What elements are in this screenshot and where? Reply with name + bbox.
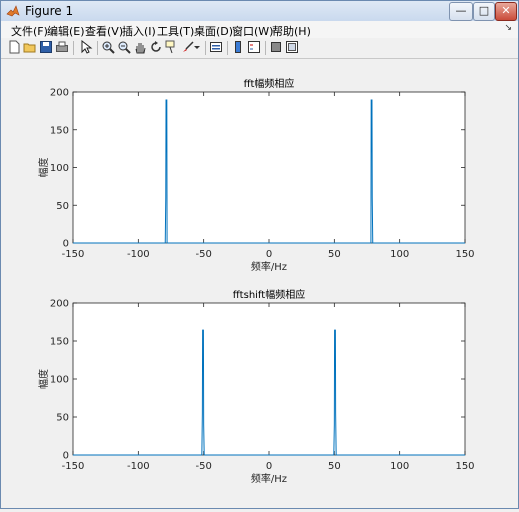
toolbar-dock-arrow-icon[interactable]: ↘ — [504, 23, 512, 33]
legend-icon[interactable] — [247, 40, 261, 54]
new-figure-icon[interactable] — [7, 40, 21, 54]
link-plot-icon[interactable] — [209, 40, 223, 54]
y-tick-label: 50 — [56, 413, 69, 424]
y-tick-label: 150 — [50, 337, 69, 348]
menu-tools[interactable]: 工具(T) — [157, 23, 194, 39]
x-tick-label: -100 — [127, 461, 150, 472]
y-tick-label: 100 — [50, 163, 69, 174]
toolbar-separator — [265, 41, 266, 55]
plots-svg: -150 -100 -50 0 50 100 150 0 50 100 150 200 fft幅频相应频… — [37, 77, 475, 485]
zoom-in-icon[interactable] — [101, 40, 115, 54]
y-tick-label: 0 — [63, 239, 69, 250]
rotate-icon[interactable] — [149, 40, 163, 54]
x-axis-label: 频率/Hz — [251, 260, 287, 273]
save-icon[interactable] — [39, 40, 53, 54]
menu-edit[interactable]: 编辑(E) — [47, 23, 85, 39]
x-tick-label: 100 — [390, 461, 409, 472]
menu-view[interactable]: 查看(V) — [85, 23, 123, 39]
menu-bar: 文件(F) 编辑(E) 查看(V) 插入(I) 工具(T) 桌面(D) 窗口(W… — [1, 21, 518, 38]
y-tick-label: 200 — [50, 299, 69, 310]
window-title: Figure 1 — [25, 4, 74, 18]
figure-canvas[interactable]: -150 -100 -50 0 50 100 150 0 50 100 150 200 fft幅频相应频… — [1, 59, 518, 508]
x-tick-label: -150 — [62, 461, 85, 472]
zoom-out-icon[interactable] — [117, 40, 131, 54]
show-plot-tools-icon[interactable] — [285, 40, 299, 54]
print-icon[interactable] — [55, 40, 69, 54]
minimize-button[interactable]: — — [449, 2, 473, 21]
x-tick-label: -100 — [127, 249, 150, 260]
brush-dropdown-icon[interactable] — [193, 40, 201, 54]
toolbar-separator — [97, 41, 98, 55]
figure-window: Figure 1 — □ ✕ 文件(F) 编辑(E) 查看(V) 插入(I) 工… — [0, 0, 519, 509]
toolbar-separator — [73, 41, 74, 55]
colorbar-icon[interactable] — [231, 40, 245, 54]
data-cursor-icon[interactable] — [165, 40, 179, 54]
x-tick-label: 50 — [328, 461, 341, 472]
y-tick-label: 200 — [50, 88, 69, 99]
x-axis-label: 频率/Hz — [251, 472, 287, 485]
x-tick-label: 150 — [455, 249, 474, 260]
hide-plot-tools-icon[interactable] — [269, 40, 283, 54]
x-tick-label: 100 — [390, 249, 409, 260]
title-bar[interactable]: Figure 1 — □ ✕ — [1, 1, 518, 22]
plot-title: fftshift幅频相应 — [233, 288, 305, 301]
open-file-icon[interactable] — [23, 40, 37, 54]
x-tick-label: -50 — [195, 461, 211, 472]
plot-area — [72, 302, 466, 456]
maximize-button[interactable]: □ — [473, 2, 495, 21]
menu-insert[interactable]: 插入(I) — [122, 23, 156, 39]
x-tick-label: 150 — [455, 461, 474, 472]
x-tick-label: 0 — [266, 249, 272, 260]
x-tick-label: -50 — [195, 249, 211, 260]
menu-help[interactable]: 帮助(H) — [272, 23, 311, 39]
y-tick-label: 150 — [50, 125, 69, 136]
menu-file[interactable]: 文件(F) — [11, 23, 48, 39]
y-tick-label: 50 — [56, 201, 69, 212]
y-tick-label: 100 — [50, 375, 69, 386]
close-button[interactable]: ✕ — [495, 2, 517, 21]
matlab-logo-icon — [6, 5, 20, 17]
y-axis-label: 幅度 — [37, 369, 50, 389]
plot-title: fft幅频相应 — [244, 77, 295, 90]
x-tick-label: 50 — [328, 249, 341, 260]
toolbar — [1, 38, 518, 59]
toolbar-separator — [205, 41, 206, 55]
x-tick-label: 0 — [266, 461, 272, 472]
pan-icon[interactable] — [133, 40, 147, 54]
menu-desktop[interactable]: 桌面(D) — [194, 23, 233, 39]
menu-window[interactable]: 窗口(W) — [232, 23, 273, 39]
plot-area — [72, 91, 466, 244]
x-tick-label: -150 — [62, 249, 85, 260]
pointer-icon[interactable] — [79, 40, 93, 54]
y-tick-label: 0 — [63, 451, 69, 462]
toolbar-separator — [227, 41, 228, 55]
y-axis-label: 幅度 — [37, 158, 50, 178]
